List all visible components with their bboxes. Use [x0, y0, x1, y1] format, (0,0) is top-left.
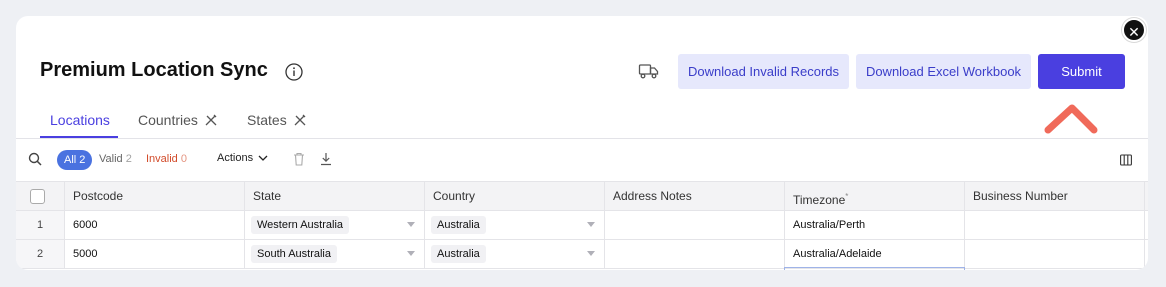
- column-header[interactable]: State: [245, 182, 425, 211]
- filter-count: 2: [79, 154, 86, 166]
- trash-icon[interactable]: [293, 152, 305, 166]
- download-excel-workbook-button[interactable]: Download Excel Workbook: [856, 54, 1031, 89]
- state-value: South Australia: [251, 245, 337, 263]
- column-header-timezone[interactable]: Timezone*: [785, 182, 965, 211]
- close-icon: ✕: [1128, 24, 1140, 40]
- table-row: 2 5000 South Australia Australia Austral…: [16, 240, 1148, 269]
- download-invalid-records-button[interactable]: Download Invalid Records: [678, 54, 849, 89]
- close-button[interactable]: ✕: [1122, 18, 1146, 42]
- timezone-cell[interactable]: Australia/Adelaide: [785, 240, 965, 268]
- active-tab-indicator: [40, 136, 118, 138]
- business-number-cell[interactable]: [965, 211, 1145, 239]
- search-icon[interactable]: [28, 152, 42, 166]
- column-header[interactable]: Postcode: [65, 182, 245, 211]
- tab-label: Locations: [50, 112, 110, 128]
- page-title: Premium Location Sync: [40, 59, 268, 81]
- postcode-cell[interactable]: 6000: [65, 211, 245, 239]
- state-cell[interactable]: Western Australia: [245, 211, 425, 239]
- country-value: Australia: [431, 216, 486, 234]
- chevron-down-icon: [587, 251, 595, 256]
- filter-invalid[interactable]: Invalid 0: [146, 153, 187, 165]
- state-cell[interactable]: South Australia: [245, 240, 425, 268]
- row-number: 2: [16, 240, 65, 268]
- truck-icon[interactable]: [638, 62, 660, 80]
- tab-bar: Locations Countries States: [16, 109, 1148, 139]
- grid-header: Postcode State Country Address Notes Tim…: [16, 181, 1148, 211]
- filter-valid[interactable]: Valid 2: [99, 153, 132, 165]
- address-notes-cell[interactable]: [605, 211, 785, 239]
- filter-label: All: [64, 154, 77, 166]
- chevron-down-icon: [407, 251, 415, 256]
- filter-label: Valid: [99, 153, 123, 165]
- filter-label: Invalid: [146, 153, 178, 165]
- cell-focus-outline: [784, 267, 965, 270]
- chevron-down-icon: [407, 222, 415, 227]
- info-icon[interactable]: [285, 63, 303, 81]
- download-icon[interactable]: [320, 152, 332, 166]
- dialog: Premium Location Sync Download Invalid R…: [16, 16, 1148, 270]
- required-marker: *: [845, 192, 849, 201]
- country-cell[interactable]: Australia: [425, 211, 605, 239]
- tab-countries[interactable]: Countries: [138, 112, 218, 128]
- grid-toolbar: All 2 Valid 2 Invalid 0 Actions: [16, 140, 1148, 180]
- tab-label: States: [247, 112, 287, 128]
- filter-all-pill[interactable]: All 2: [57, 150, 93, 170]
- tab-states[interactable]: States: [247, 112, 307, 128]
- state-value: Western Australia: [251, 216, 350, 234]
- select-all-checkbox[interactable]: [30, 189, 45, 204]
- tab-label: Countries: [138, 112, 198, 128]
- chevron-down-icon: [258, 155, 268, 161]
- address-notes-cell[interactable]: [605, 240, 785, 268]
- column-header-label: Timezone: [793, 193, 846, 207]
- row-number: 1: [16, 211, 65, 239]
- column-header[interactable]: Address Notes: [605, 182, 785, 211]
- filter-count: 0: [180, 153, 187, 165]
- table-row: 1 6000 Western Australia Australia Austr…: [16, 211, 1148, 240]
- select-all-cell: [16, 182, 65, 211]
- column-header[interactable]: Business Number: [965, 182, 1145, 211]
- columns-icon[interactable]: [1120, 154, 1132, 166]
- filter-count: 2: [125, 153, 132, 165]
- column-header[interactable]: Country: [425, 182, 605, 211]
- timezone-cell[interactable]: Australia/Perth: [785, 211, 965, 239]
- tools-icon: [205, 114, 217, 126]
- submit-button[interactable]: Submit: [1038, 54, 1125, 89]
- actions-dropdown[interactable]: Actions: [217, 152, 268, 164]
- business-number-cell[interactable]: [965, 240, 1145, 268]
- tools-icon: [294, 114, 306, 126]
- country-value: Australia: [431, 245, 486, 263]
- country-cell[interactable]: Australia: [425, 240, 605, 268]
- tab-locations[interactable]: Locations: [50, 112, 110, 128]
- chevron-down-icon: [587, 222, 595, 227]
- actions-label: Actions: [217, 152, 254, 164]
- postcode-cell[interactable]: 5000: [65, 240, 245, 268]
